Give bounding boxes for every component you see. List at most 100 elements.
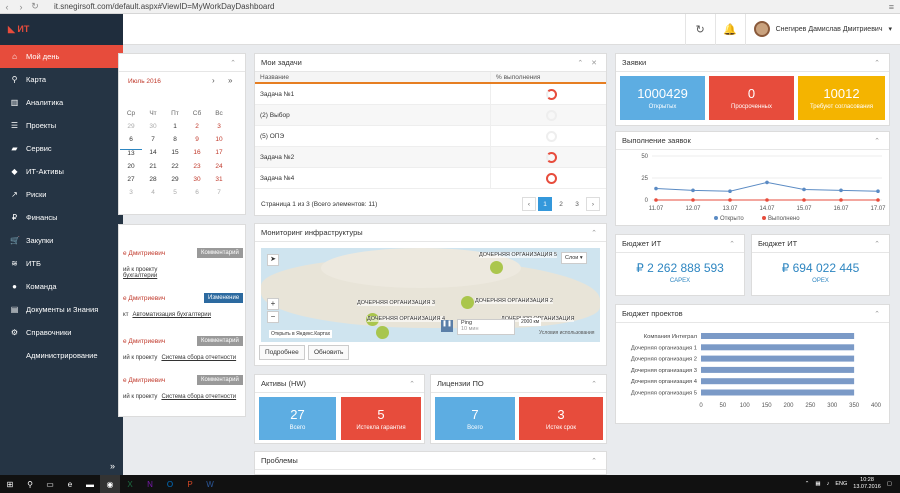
- calendar-day[interactable]: 6: [186, 189, 208, 196]
- pause-icon[interactable]: ❚❚: [441, 320, 453, 332]
- sidebar-item-service[interactable]: ▰ Сервис: [0, 137, 123, 160]
- sidebar-item-analytics[interactable]: ▥ Аналитика: [0, 91, 123, 114]
- panel-controls-icon[interactable]: ⌃: [874, 240, 883, 248]
- panel-controls-icon[interactable]: ⌃: [591, 380, 600, 388]
- task-name[interactable]: Задача №4: [255, 175, 490, 182]
- yandex-link[interactable]: Открыть в Яндекс.Картах: [269, 330, 333, 338]
- pager-next-icon[interactable]: ›: [586, 197, 600, 211]
- task-row[interactable]: (2) Выбор: [255, 105, 606, 126]
- panel-controls-icon[interactable]: ⌃: [230, 59, 239, 67]
- address-bar[interactable]: it.snegirsoft.com/default.aspx#ViewID=My…: [54, 2, 274, 11]
- calendar-day[interactable]: 30: [142, 123, 164, 130]
- calendar-day[interactable]: 20: [120, 163, 142, 170]
- activity-link[interactable]: Автоматизация бухгалтерии: [132, 312, 211, 318]
- explorer-icon[interactable]: ▬: [80, 475, 100, 493]
- bell-icon[interactable]: 🔔: [714, 13, 745, 45]
- panel-controls-icon[interactable]: ⌃: [874, 59, 883, 67]
- volume-icon[interactable]: ♪: [827, 481, 830, 487]
- tray-up-icon[interactable]: ⌃: [805, 481, 810, 487]
- calendar-day[interactable]: 1: [164, 123, 186, 130]
- calendar-day[interactable]: 6: [120, 136, 142, 143]
- user-menu[interactable]: Снегирев Дамислав Дмитриевич ▾: [744, 13, 900, 45]
- calendar-day[interactable]: 29: [120, 123, 142, 130]
- calendar-day[interactable]: 22: [164, 163, 186, 170]
- calendar-day[interactable]: 29: [164, 176, 186, 183]
- calendar-day[interactable]: 21: [142, 163, 164, 170]
- map-marker[interactable]: [461, 296, 474, 309]
- licenses-expired-tile[interactable]: 3 Истек срок: [519, 397, 603, 440]
- requests-overdue-tile[interactable]: 0 Просроченных: [709, 76, 794, 120]
- chrome-icon[interactable]: ◉: [100, 475, 120, 493]
- sidebar-item-admin[interactable]: Администрирование: [0, 344, 123, 367]
- calendar-day[interactable]: 13: [120, 149, 142, 157]
- activity-author[interactable]: е Дмитриевич: [123, 338, 165, 345]
- calendar-day[interactable]: 3: [120, 189, 142, 196]
- pager-prev-icon[interactable]: ‹: [522, 197, 536, 211]
- panel-controls-icon[interactable]: ⌃: [874, 137, 883, 145]
- calendar-day[interactable]: 3: [208, 123, 230, 130]
- onenote-icon[interactable]: N: [140, 475, 160, 493]
- panel-controls-icon[interactable]: ⌃: [729, 240, 738, 248]
- refresh-map-button[interactable]: Обновить: [308, 345, 350, 360]
- calendar-day[interactable]: 15: [164, 149, 186, 157]
- activity-link[interactable]: бухгалтерии: [123, 273, 157, 279]
- sidebar-item-finance[interactable]: ₽ Финансы: [0, 206, 123, 229]
- requests-approval-tile[interactable]: 10012 Требуют согласования: [798, 76, 885, 120]
- calendar-day[interactable]: 17: [208, 149, 230, 157]
- outlook-icon[interactable]: O: [160, 475, 180, 493]
- language-indicator[interactable]: ENG: [835, 481, 847, 487]
- clock[interactable]: 10:28 13.07.2016: [853, 477, 881, 491]
- task-name[interactable]: (2) Выбор: [255, 112, 490, 119]
- ping-widget[interactable]: Ping 10 мин: [457, 319, 515, 335]
- sidebar-item-my-day[interactable]: ⌂ Мой день: [0, 45, 123, 68]
- panel-controls-icon[interactable]: ⌃: [591, 457, 600, 465]
- assets-total-tile[interactable]: 27 Всего: [259, 397, 336, 440]
- activity-link[interactable]: Система сбора отчетности: [161, 394, 236, 400]
- task-row[interactable]: (5) ОПЭ: [255, 126, 606, 147]
- calendar-day[interactable]: 31: [208, 176, 230, 183]
- network-icon[interactable]: ▦: [815, 481, 820, 487]
- layers-button[interactable]: Слои ▾: [561, 252, 587, 264]
- more-button[interactable]: Подробнее: [259, 345, 305, 360]
- calendar-day[interactable]: 10: [208, 136, 230, 143]
- calendar-day[interactable]: 16: [186, 149, 208, 157]
- pager-page-2[interactable]: 2: [554, 197, 568, 211]
- sidebar-item-purchases[interactable]: 🛒 Закупки: [0, 229, 123, 252]
- sidebar-item-team[interactable]: ● Команда: [0, 275, 123, 298]
- powerpoint-icon[interactable]: P: [180, 475, 200, 493]
- calendar-day[interactable]: 24: [208, 163, 230, 170]
- panel-controls-icon[interactable]: ⌃ ✕: [577, 59, 600, 67]
- zoom-in-icon[interactable]: +: [267, 298, 279, 310]
- map-marker[interactable]: [376, 326, 389, 339]
- calendar-day[interactable]: 14: [142, 149, 164, 157]
- sidebar-item-references[interactable]: ⚙ Справочники: [0, 321, 123, 344]
- task-name[interactable]: Задача №1: [255, 91, 490, 98]
- calendar-prev-icon[interactable]: ›: [212, 76, 215, 85]
- locate-icon[interactable]: ➤: [267, 254, 279, 266]
- calendar-day[interactable]: 2: [186, 123, 208, 130]
- activity-author[interactable]: е Дмитриевич: [123, 250, 165, 257]
- edge-icon[interactable]: e: [60, 475, 80, 493]
- map-terms-link[interactable]: Условия использования: [539, 330, 595, 336]
- task-row[interactable]: Задача №4: [255, 168, 606, 189]
- pager-page-3[interactable]: 3: [570, 197, 584, 211]
- calendar-day[interactable]: 23: [186, 163, 208, 170]
- calendar-day[interactable]: 27: [120, 176, 142, 183]
- notifications-icon[interactable]: ▢: [887, 481, 892, 487]
- activity-link[interactable]: Система сбора отчетности: [161, 355, 236, 361]
- task-row[interactable]: Задача №1: [255, 84, 606, 105]
- browser-menu-icon[interactable]: ≡: [889, 2, 894, 12]
- reload-icon[interactable]: ↻: [28, 1, 42, 12]
- assets-warranty-tile[interactable]: 5 Истекла гарантия: [341, 397, 421, 440]
- calendar-day[interactable]: 5: [164, 189, 186, 196]
- task-row[interactable]: Задача №2: [255, 147, 606, 168]
- task-view-icon[interactable]: ▭: [40, 475, 60, 493]
- app-logo[interactable]: ◣ ИТ: [0, 13, 123, 45]
- refresh-icon[interactable]: ↻: [684, 13, 715, 45]
- activity-author[interactable]: е Дмитриевич: [123, 295, 165, 302]
- calendar-day[interactable]: 7: [142, 136, 164, 143]
- back-icon[interactable]: ‹: [0, 2, 14, 12]
- windows-start-icon[interactable]: ⊞: [0, 475, 20, 493]
- sidebar-item-itb[interactable]: ≋ ИТБ: [0, 252, 123, 275]
- task-name[interactable]: Задача №2: [255, 154, 490, 161]
